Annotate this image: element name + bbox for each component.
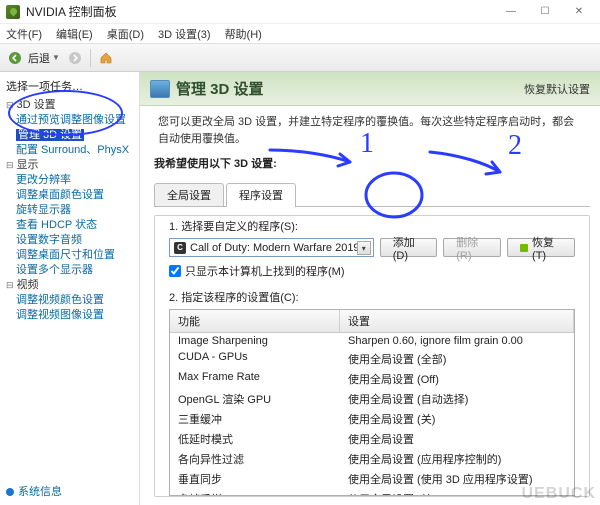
menu-edit[interactable]: 编辑(E) [56,26,93,42]
tree-group-3d[interactable]: 3D 设置 通过预览调整图像设置 管理 3D 设置 配置 Surround、Ph… [6,98,139,158]
nvidia-logo-icon [6,5,20,19]
minimize-button[interactable]: — [496,3,526,21]
setting-cell: 使用全局设置 (使用 3D 应用程序设置) [340,470,574,488]
content-pane: 管理 3D 设置 恢复默认设置 您可以更改全局 3D 设置，并建立特定程序的覆换… [140,72,600,505]
window-title: NVIDIA 控制面板 [26,3,496,20]
back-button[interactable] [4,47,26,69]
header-icon [150,80,170,98]
system-info-link[interactable]: 系统信息 [6,483,62,499]
sidebar: 选择一项任务… 3D 设置 通过预览调整图像设置 管理 3D 设置 配置 Sur… [0,72,140,505]
setting-cell: 使用全局设置 (应用程序控制的) [340,450,574,468]
task-select-label: 选择一项任务… [4,76,139,98]
tree-item-manage-3d[interactable]: 管理 3D 设置 [16,128,139,143]
restore-defaults-link[interactable]: 恢复默认设置 [524,81,590,97]
setting-cell: Sharpen 0.60, ignore film grain 0.00 [340,334,574,348]
program-settings-panel: 1. 选择要自定义的程序(S): C Call of Duty: Modern … [154,215,590,497]
tree-group-display[interactable]: 显示 更改分辨率 调整桌面颜色设置 旋转显示器 查看 HDCP 状态 设置数字音… [6,158,139,278]
feature-cell: 低延时模式 [170,430,340,448]
settings-table: 功能 设置 Image SharpeningSharpen 0.60, igno… [169,309,575,496]
remove-button[interactable]: 删除(R) [443,238,501,257]
settings-row[interactable]: 多帧采样 AA (MFAA)使用全局设置 (关) [170,489,574,495]
settings-row[interactable]: OpenGL 渲染 GPU使用全局设置 (自动选择) [170,389,574,409]
maximize-button[interactable]: ☐ [530,3,560,21]
content-header: 管理 3D 设置 恢复默认设置 [140,72,600,106]
settings-row[interactable]: Max Frame Rate使用全局设置 (Off) [170,369,574,389]
tree-item-desktop-color[interactable]: 调整桌面颜色设置 [16,188,139,203]
settings-row[interactable]: 各向异性过滤使用全局设置 (应用程序控制的) [170,449,574,469]
menubar: 文件(F) 编辑(E) 桌面(D) 3D 设置(3) 帮助(H) [0,24,600,44]
tree-group-video[interactable]: 视频 调整视频颜色设置 调整视频图像设置 [6,278,139,323]
tree-item-video-color[interactable]: 调整视频颜色设置 [16,293,139,308]
feature-cell: Max Frame Rate [170,370,340,388]
col-setting-header[interactable]: 设置 [340,310,574,332]
feature-cell: 垂直同步 [170,470,340,488]
tree-item-video-image[interactable]: 调整视频图像设置 [16,308,139,323]
titlebar: NVIDIA 控制面板 — ☐ ✕ [0,0,600,24]
nvidia-chip-icon [520,244,528,252]
tree-item-hdcp[interactable]: 查看 HDCP 状态 [16,218,139,233]
page-title: 管理 3D 设置 [150,78,264,99]
menu-3d-settings[interactable]: 3D 设置(3) [158,26,211,42]
tree-item-resolution[interactable]: 更改分辨率 [16,173,139,188]
tree-item-rotate-display[interactable]: 旋转显示器 [16,203,139,218]
settings-table-body[interactable]: Image SharpeningSharpen 0.60, ignore fil… [170,333,574,495]
feature-cell: 三重缓冲 [170,410,340,428]
settings-row[interactable]: Image SharpeningSharpen 0.60, ignore fil… [170,333,574,349]
settings-row[interactable]: 低延时模式使用全局设置 [170,429,574,449]
col-feature-header[interactable]: 功能 [170,310,340,332]
menu-desktop[interactable]: 桌面(D) [107,26,144,42]
task-tree: 3D 设置 通过预览调整图像设置 管理 3D 设置 配置 Surround、Ph… [4,98,139,323]
back-dropdown-icon[interactable]: ▼ [52,53,60,62]
settings-row[interactable]: 三重缓冲使用全局设置 (关) [170,409,574,429]
only-installed-checkbox[interactable] [169,265,181,277]
restore-button[interactable]: 恢复(T) [507,238,575,257]
feature-cell: 多帧采样 AA (MFAA) [170,490,340,495]
program-select-value: Call of Duty: Modern Warfare 2019... [190,242,369,254]
tree-item-desktop-size[interactable]: 调整桌面尺寸和位置 [16,248,139,263]
feature-cell: 各向异性过滤 [170,450,340,468]
setting-cell: 使用全局设置 (关) [340,410,574,428]
settings-tabs: 全局设置 程序设置 [140,175,600,206]
setting-cell: 使用全局设置 (自动选择) [340,390,574,408]
tree-item-digital-audio[interactable]: 设置数字音频 [16,233,139,248]
dropdown-arrow-icon: ▾ [357,241,371,255]
only-installed-label: 只显示本计算机上找到的程序(M) [185,263,345,279]
close-button[interactable]: ✕ [564,3,594,21]
settings-table-header: 功能 设置 [170,310,574,333]
tree-item-multi-display[interactable]: 设置多个显示器 [16,263,139,278]
step2-label: 2. 指定该程序的设置值(C): [155,287,589,309]
home-button[interactable] [95,47,117,69]
page-description: 您可以更改全局 3D 设置，并建立特定程序的覆换值。每次这些特定程序启动时，都会… [140,106,600,155]
tab-global[interactable]: 全局设置 [154,183,224,206]
tree-item-preview-image[interactable]: 通过预览调整图像设置 [16,113,139,128]
feature-cell: OpenGL 渲染 GPU [170,390,340,408]
back-label: 后退 [28,50,50,66]
tree-item-surround-physx[interactable]: 配置 Surround、PhysX [16,143,139,158]
setting-cell: 使用全局设置 [340,430,574,448]
settings-row[interactable]: CUDA - GPUs使用全局设置 (全部) [170,349,574,369]
setting-cell: 使用全局设置 (全部) [340,350,574,368]
menu-help[interactable]: 帮助(H) [225,26,262,42]
feature-cell: CUDA - GPUs [170,350,340,368]
settings-row[interactable]: 垂直同步使用全局设置 (使用 3D 应用程序设置) [170,469,574,489]
setting-cell: 使用全局设置 (关) [340,490,574,495]
step1-label: 1. 选择要自定义的程序(S): [155,216,589,238]
main-area: 选择一项任务… 3D 设置 通过预览调整图像设置 管理 3D 设置 配置 Sur… [0,72,600,505]
add-button[interactable]: 添加(D) [380,238,438,257]
program-select-dropdown[interactable]: C Call of Duty: Modern Warfare 2019... ▾ [169,238,374,257]
program-icon: C [174,242,186,254]
forward-button[interactable] [64,47,86,69]
tab-program[interactable]: 程序设置 [226,183,296,206]
setting-cell: 使用全局设置 (Off) [340,370,574,388]
preference-label: 我希望使用以下 3D 设置: [140,155,600,175]
feature-cell: Image Sharpening [170,334,340,348]
menu-file[interactable]: 文件(F) [6,26,42,42]
toolbar: 后退 ▼ [0,44,600,72]
